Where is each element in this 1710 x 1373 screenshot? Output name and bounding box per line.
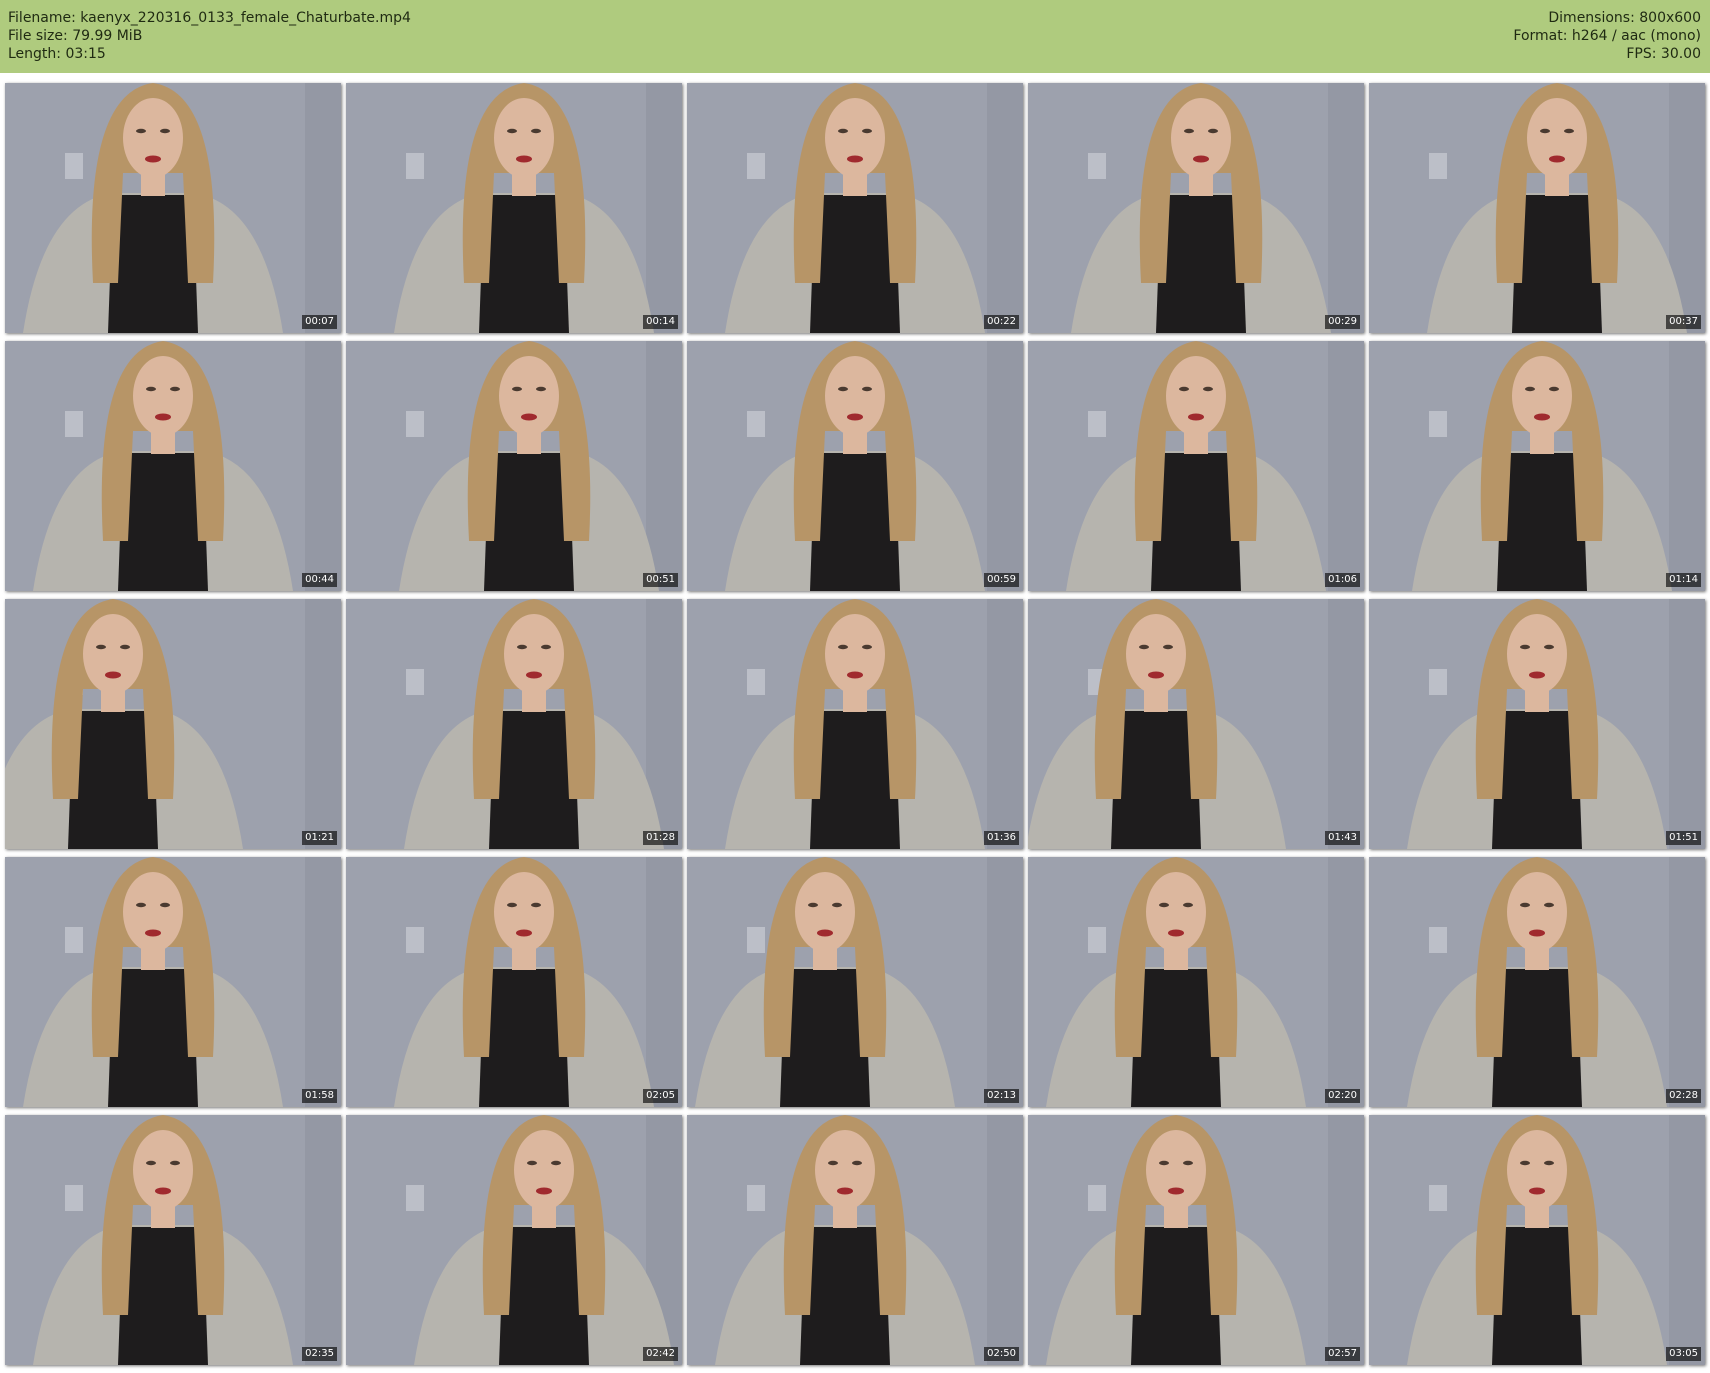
thumbnail-timestamp: 02:57 (1325, 1347, 1360, 1361)
video-thumbnail: 00:44 (5, 341, 341, 591)
video-thumbnail: 02:05 (346, 857, 682, 1107)
thumbnail-scene-image (5, 599, 341, 849)
video-thumbnail: 01:36 (687, 599, 1023, 849)
video-thumbnail: 01:58 (5, 857, 341, 1107)
length-text: Length: 03:15 (8, 46, 106, 62)
thumbnail-scene-image (687, 83, 1023, 333)
video-thumbnail: 00:51 (346, 341, 682, 591)
thumbnail-scene-image (346, 83, 682, 333)
thumbnail-scene-image (1369, 1115, 1705, 1365)
thumbnail-timestamp: 00:29 (1325, 315, 1360, 329)
video-thumbnail: 02:28 (1369, 857, 1705, 1107)
filename-text: Filename: kaenyx_220316_0133_female_Chat… (8, 10, 411, 26)
thumbnail-timestamp: 00:51 (643, 573, 678, 587)
thumbnail-scene-image (687, 1115, 1023, 1365)
file-info-right: Dimensions: 800x600 Format: h264 / aac (… (1513, 9, 1701, 63)
thumbnail-scene-image (346, 857, 682, 1107)
video-thumbnail: 00:37 (1369, 83, 1705, 333)
thumbnail-scene-image (5, 341, 341, 591)
thumbnail-timestamp: 01:06 (1325, 573, 1360, 587)
thumbnail-timestamp: 00:37 (1666, 315, 1701, 329)
video-thumbnail: 02:20 (1028, 857, 1364, 1107)
thumbnail-timestamp: 02:13 (984, 1089, 1019, 1103)
thumbnail-scene-image (1028, 83, 1364, 333)
thumbnail-scene-image (687, 341, 1023, 591)
video-thumbnail: 01:06 (1028, 341, 1364, 591)
video-thumbnail: 01:51 (1369, 599, 1705, 849)
thumbnail-scene-image (687, 857, 1023, 1107)
thumbnail-timestamp: 03:05 (1666, 1347, 1701, 1361)
video-thumbnail: 00:22 (687, 83, 1023, 333)
thumbnail-scene-image (1028, 857, 1364, 1107)
thumbnail-timestamp: 01:58 (302, 1089, 337, 1103)
thumbnail-scene-image (346, 599, 682, 849)
video-thumbnail: 01:21 (5, 599, 341, 849)
video-thumbnail: 01:14 (1369, 341, 1705, 591)
thumbnail-timestamp: 01:51 (1666, 831, 1701, 845)
format-text: Format: h264 / aac (mono) (1513, 28, 1701, 44)
thumbnail-scene-image (1369, 599, 1705, 849)
thumbnail-scene-image (1028, 341, 1364, 591)
thumbnail-scene-image (346, 1115, 682, 1365)
video-thumbnail: 02:42 (346, 1115, 682, 1365)
video-thumbnail: 03:05 (1369, 1115, 1705, 1365)
thumbnail-timestamp: 02:35 (302, 1347, 337, 1361)
video-thumbnail: 02:57 (1028, 1115, 1364, 1365)
thumbnail-timestamp: 00:44 (302, 573, 337, 587)
thumbnail-scene-image (1369, 83, 1705, 333)
thumbnail-scene-image (1028, 1115, 1364, 1365)
thumbnail-timestamp: 02:20 (1325, 1089, 1360, 1103)
thumbnail-grid: 00:07 00:14 00:22 00:29 00:37 00:44 00:51 00:59… (5, 83, 1705, 1368)
fps-text: FPS: 30.00 (1626, 46, 1701, 62)
thumbnail-timestamp: 02:05 (643, 1089, 678, 1103)
video-thumbnail: 00:59 (687, 341, 1023, 591)
video-thumbnail: 00:29 (1028, 83, 1364, 333)
dimensions-text: Dimensions: 800x600 (1548, 10, 1701, 26)
filesize-text: File size: 79.99 MiB (8, 28, 143, 44)
thumbnail-scene-image (346, 341, 682, 591)
video-thumbnail: 00:07 (5, 83, 341, 333)
thumbnail-scene-image (1369, 341, 1705, 591)
thumbnail-timestamp: 01:28 (643, 831, 678, 845)
thumbnail-timestamp: 01:36 (984, 831, 1019, 845)
thumbnail-scene-image (5, 857, 341, 1107)
thumbnail-timestamp: 01:14 (1666, 573, 1701, 587)
video-thumbnail: 01:43 (1028, 599, 1364, 849)
file-info-header: Filename: kaenyx_220316_0133_female_Chat… (0, 0, 1710, 73)
thumbnail-scene-image (1028, 599, 1364, 849)
thumbnail-timestamp: 00:59 (984, 573, 1019, 587)
thumbnail-timestamp: 01:43 (1325, 831, 1360, 845)
thumbnail-timestamp: 02:42 (643, 1347, 678, 1361)
thumbnail-scene-image (5, 83, 341, 333)
thumbnail-timestamp: 00:14 (643, 315, 678, 329)
video-thumbnail: 02:35 (5, 1115, 341, 1365)
file-info-left: Filename: kaenyx_220316_0133_female_Chat… (8, 9, 411, 63)
thumbnail-timestamp: 02:28 (1666, 1089, 1701, 1103)
thumbnail-timestamp: 00:22 (984, 315, 1019, 329)
thumbnail-scene-image (5, 1115, 341, 1365)
video-thumbnail: 01:28 (346, 599, 682, 849)
thumbnail-scene-image (1369, 857, 1705, 1107)
video-thumbnail: 02:13 (687, 857, 1023, 1107)
video-thumbnail: 00:14 (346, 83, 682, 333)
thumbnail-timestamp: 00:07 (302, 315, 337, 329)
thumbnail-timestamp: 01:21 (302, 831, 337, 845)
video-thumbnail: 02:50 (687, 1115, 1023, 1365)
thumbnail-scene-image (687, 599, 1023, 849)
thumbnail-timestamp: 02:50 (984, 1347, 1019, 1361)
